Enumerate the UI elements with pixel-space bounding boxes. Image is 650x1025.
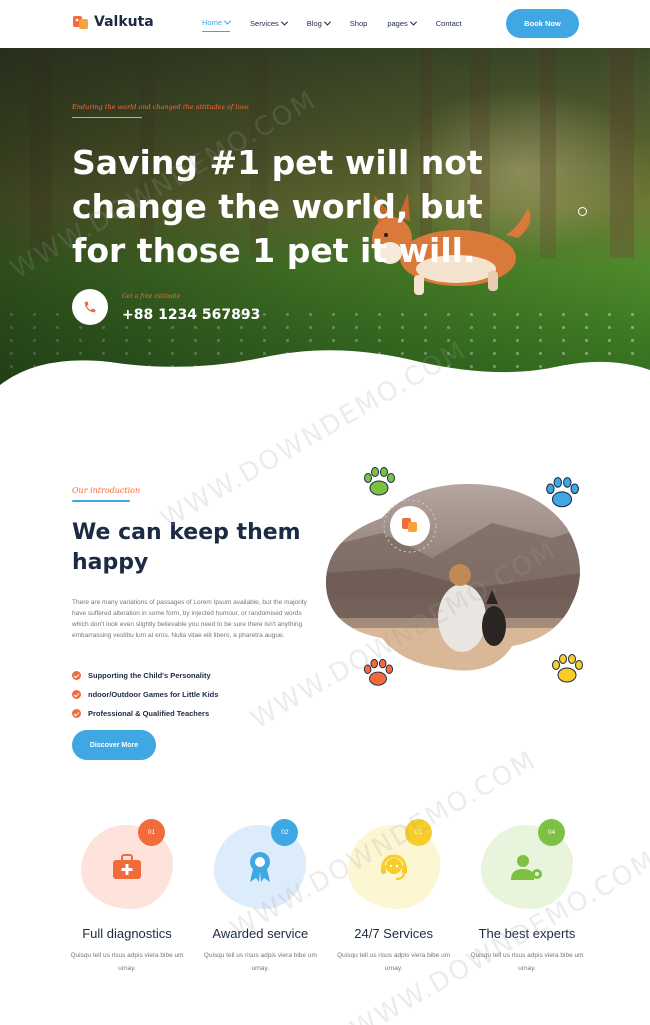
expert-gear-icon	[510, 855, 542, 880]
chevron-down-icon	[323, 18, 331, 26]
phone-label: Get a free estimate	[122, 293, 181, 300]
chevron-down-icon	[280, 18, 288, 26]
checklist-item: Supporting the Child's Personality	[72, 666, 218, 685]
service-title: Awarded service	[212, 926, 309, 941]
service-number-badge: 01	[138, 819, 165, 846]
nav-item-services[interactable]: Services	[250, 18, 288, 32]
check-circle-icon	[72, 709, 81, 718]
hero-title: Saving #1 pet will not change the world,…	[72, 143, 483, 270]
paw-print-icon	[552, 654, 583, 683]
nav-item-blog[interactable]: Blog	[306, 18, 331, 32]
paw-print-icon	[546, 477, 579, 508]
service-number-badge: 02	[271, 819, 299, 846]
check-circle-icon	[72, 690, 81, 699]
slider-dot[interactable]	[578, 207, 587, 216]
service-icon-blob: 03	[347, 819, 440, 909]
top-navbar: Valkuta Home Services Blog Shop pages Co…	[0, 0, 650, 48]
nav-item-contact[interactable]: Contact	[436, 18, 462, 32]
service-icon-blob: 02	[214, 819, 307, 909]
nav-label: Home	[202, 18, 223, 27]
book-now-button[interactable]: Book Now	[506, 9, 579, 38]
chevron-down-icon	[223, 17, 232, 25]
brand-logo[interactable]: Valkuta	[72, 13, 154, 31]
discover-more-button[interactable]: Discover More	[72, 730, 156, 760]
checklist-text: Supporting the Child's Personality	[88, 671, 211, 680]
paw-print-icon	[364, 467, 395, 496]
service-icon-blob: 01	[81, 819, 173, 909]
phone-number[interactable]: +88 1234 567893	[122, 307, 260, 323]
checklist-text: ndoor/Outdoor Games for Little Kids	[88, 690, 219, 699]
hero-tagline: Enduring the world and changed the attit…	[72, 103, 249, 111]
service-title: 24/7 Services	[354, 926, 434, 941]
service-text: Quisqu tell us risus adpis viera bibe um…	[70, 952, 184, 972]
logo-icon	[73, 16, 88, 29]
paw-print-icon	[363, 658, 394, 686]
nav-item-shop[interactable]: Shop	[350, 18, 368, 32]
medical-kit-icon	[113, 854, 141, 879]
phone-icon	[84, 301, 96, 313]
award-badge-icon	[250, 852, 271, 882]
checklist-item: ndoor/Outdoor Games for Little Kids	[72, 685, 218, 704]
feature-checklist: Supporting the Child's Personality ndoor…	[72, 666, 218, 723]
service-card-diagnostics[interactable]: 01 Full diagnostics Quisqu tell us risus…	[62, 819, 192, 975]
checklist-text: Professional & Qualified Teachers	[88, 709, 210, 718]
brand-name: Valkuta	[94, 14, 154, 30]
service-number-badge: 04	[537, 819, 565, 846]
checklist-item: Professional & Qualified Teachers	[72, 704, 218, 723]
main-menu: Home Services Blog Shop pages Contact	[202, 17, 462, 32]
intro-photo-group	[322, 467, 584, 698]
nav-label: Blog	[306, 18, 322, 28]
service-icon-blob: 04	[480, 819, 573, 909]
service-title: Full diagnostics	[82, 926, 172, 941]
service-text: Quisqu tell us risus adpis viera bibe um…	[203, 952, 317, 972]
phone-button[interactable]	[72, 289, 108, 325]
check-circle-icon	[72, 671, 81, 680]
services-row: 01 Full diagnostics Quisqu tell us risus…	[62, 819, 592, 975]
service-number-badge: 03	[404, 819, 432, 846]
nav-label: pages	[387, 18, 408, 28]
nav-item-home[interactable]: Home	[202, 17, 232, 32]
nav-item-pages[interactable]: pages	[387, 18, 417, 32]
intro-title: We can keep them happy	[72, 520, 301, 575]
service-card-experts[interactable]: 04 The best experts Quisqu tell us risus…	[462, 819, 592, 975]
intro-tag: Our introduction	[72, 486, 141, 495]
hero-section: Enduring the world and changed the attit…	[0, 48, 650, 400]
chevron-down-icon	[409, 18, 417, 26]
nav-label: Shop	[349, 18, 368, 28]
nav-label: Services	[250, 18, 279, 28]
intro-body: There are many variations of passages of…	[72, 599, 307, 639]
service-text: Quisqu tell us risus adpis viera bibe um…	[470, 952, 584, 972]
service-text: Quisqu tell us risus adpis viera bibe um…	[337, 952, 451, 972]
service-card-247[interactable]: 03 24/7 Services Quisqu tell us risus ad…	[329, 819, 459, 975]
intro-tag-underline	[72, 500, 130, 502]
service-card-awarded[interactable]: 02 Awarded service Quisqu tell us risus …	[195, 819, 325, 975]
hero-wave-divider	[0, 350, 650, 400]
headset-icon	[380, 854, 407, 880]
nav-label: Contact	[435, 18, 462, 28]
service-title: The best experts	[478, 926, 576, 941]
tagline-divider	[72, 117, 142, 118]
